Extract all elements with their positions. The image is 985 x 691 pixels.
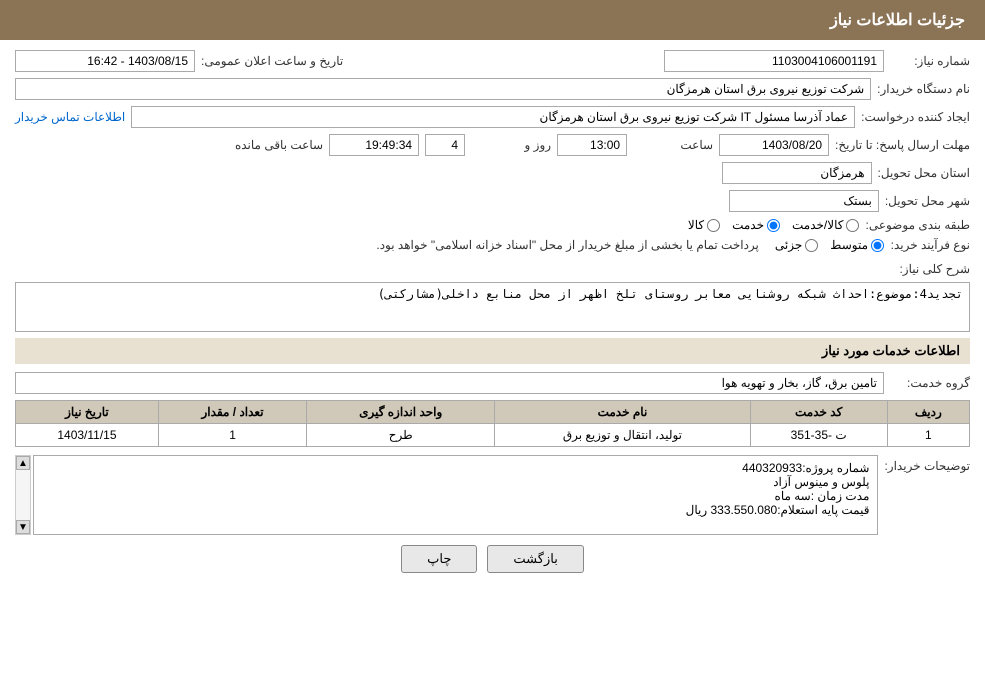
print-button[interactable]: چاپ: [401, 545, 477, 573]
radio-input-khedmat[interactable]: [767, 219, 780, 232]
sharhKolli-label: شرح کلی نیاز:: [890, 262, 970, 276]
shahrTahvil-label: شهر محل تحویل:: [885, 194, 970, 208]
radio-input-jozee[interactable]: [805, 239, 818, 252]
namDastgah-label: نام دستگاه خریدار:: [877, 82, 970, 96]
shomareNiaz-label: شماره نیاز:: [890, 54, 970, 68]
cell-namKhedmat: تولید، انتقال و توزیع برق: [495, 424, 750, 447]
mohlatMande-value: 19:49:34: [329, 134, 419, 156]
ostanTahvil-label: استان محل تحویل:: [878, 166, 970, 180]
khadamat-table: ردیف کد خدمت نام خدمت واحد اندازه گیری ت…: [15, 400, 970, 447]
tabaqeBandi-label: طبقه بندی موضوعی:: [865, 218, 970, 232]
col-name: نام خدمت: [495, 401, 750, 424]
saat-label: ساعت: [633, 138, 713, 152]
sharhKolli-textarea[interactable]: [15, 282, 970, 332]
khadamatInfo-title: اطلاعات خدمات مورد نیاز: [15, 338, 970, 364]
radio-khedmat[interactable]: خدمت: [732, 218, 780, 232]
ijadKonande-link[interactable]: اطلاعات تماس خریدار: [15, 110, 125, 124]
motovaset-label: متوسط: [830, 238, 868, 252]
mohlatSaat-value: 13:00: [557, 134, 627, 156]
button-row: بازگشت چاپ: [15, 545, 970, 573]
radio-kala[interactable]: کالا: [688, 218, 720, 232]
table-row: 1ت -35-351تولید، انتقال و توزیع برقطرح11…: [16, 424, 970, 447]
cell-kodKhedmat: ت -35-351: [750, 424, 887, 447]
radio-jozee[interactable]: جزئی: [775, 238, 818, 252]
cell-tarikh: 1403/11/15: [16, 424, 159, 447]
tozihat-line3: مدت زمان :سه ماه: [42, 489, 869, 503]
radio-input-motovaset[interactable]: [871, 239, 884, 252]
col-radif: ردیف: [887, 401, 969, 424]
scrollbar[interactable]: ▲ ▼: [15, 455, 31, 535]
page-title: جزئیات اطلاعات نیاز: [0, 0, 985, 40]
scroll-up-btn[interactable]: ▲: [16, 456, 30, 470]
grohKhedmat-value: تامین برق، گاز، بخار و تهویه هوا: [15, 372, 884, 394]
tarikh-value: 1403/08/15 - 16:42: [15, 50, 195, 72]
mohlatDate-value: 1403/08/20: [719, 134, 829, 156]
shomareNiaz-value: 1103004106001191: [664, 50, 884, 72]
radio-input-kalaKhedmat[interactable]: [846, 219, 859, 232]
ijadKonande-label: ایجاد کننده درخواست:: [861, 110, 970, 124]
tarikh-label: تاریخ و ساعت اعلان عمومی:: [201, 54, 343, 68]
tozihat-line2: پلوس و مینوس آزاد: [42, 475, 869, 489]
tozihatKharidar-value: شماره پروژه:440320933 پلوس و مینوس آزاد …: [33, 455, 878, 535]
kalaKhedmat-label: کالا/خدمت: [792, 218, 843, 232]
cell-radif: 1: [887, 424, 969, 447]
radio-kalaKhedmat[interactable]: کالا/خدمت: [792, 218, 859, 232]
jozee-label: جزئی: [775, 238, 802, 252]
tozihat-line4: قیمت پایه استعلام:333.550.080 ریال: [42, 503, 869, 517]
khedmat-label: خدمت: [732, 218, 764, 232]
radio-input-kala[interactable]: [707, 219, 720, 232]
noFarayand-label: نوع فرآیند خرید:: [890, 238, 970, 252]
kala-label: کالا: [688, 218, 704, 232]
grohKhedmat-label: گروه خدمت:: [890, 376, 970, 390]
mohlatLabel: مهلت ارسال پاسخ: تا تاریخ:: [835, 138, 970, 152]
tabaqeBandi-radiogroup: کالا/خدمت خدمت کالا: [688, 218, 860, 232]
tozihat-line1: شماره پروژه:440320933: [42, 461, 869, 475]
ostanTahvil-value: هرمزگان: [722, 162, 872, 184]
mohlatMande-label: ساعت باقی مانده: [235, 138, 323, 152]
back-button[interactable]: بازگشت: [487, 545, 583, 573]
col-tedad: تعداد / مقدار: [158, 401, 306, 424]
noFarayand-note: پرداخت تمام یا بخشی از مبلغ خریدار از مح…: [376, 238, 759, 252]
col-kod: کد خدمت: [750, 401, 887, 424]
radio-motovaset[interactable]: متوسط: [830, 238, 884, 252]
scroll-down-btn[interactable]: ▼: [16, 520, 30, 534]
cell-vahed: طرح: [307, 424, 495, 447]
ijadKonande-value: عماد آذرسا مسئول IT شرکت توزیع نیروی برق…: [131, 106, 855, 128]
roz-label: روز و: [471, 138, 551, 152]
col-vahed: واحد اندازه گیری: [307, 401, 495, 424]
shahrTahvil-value: بستک: [729, 190, 879, 212]
col-tarikh: تاریخ نیاز: [16, 401, 159, 424]
mohlatRoz-value: 4: [425, 134, 465, 156]
noFarayand-radiogroup: متوسط جزئی: [775, 238, 884, 252]
tozihatKharidar-label: توضیحات خریدار:: [884, 459, 970, 473]
cell-tedad: 1: [158, 424, 306, 447]
namDastgah-value: شرکت توزیع نیروی برق استان هرمزگان: [15, 78, 871, 100]
